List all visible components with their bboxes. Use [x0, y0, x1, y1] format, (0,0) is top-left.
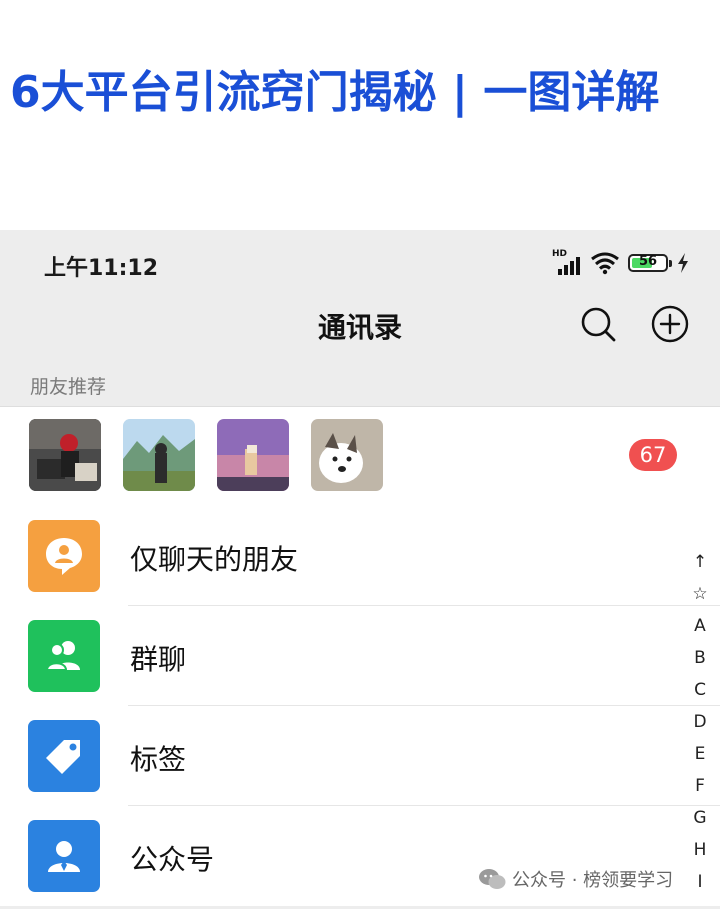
- signal-icon: HD: [552, 249, 582, 277]
- status-bar: 上午11:12 HD 56: [0, 230, 720, 294]
- index-a[interactable]: A: [694, 610, 706, 642]
- recommend-avatar-4[interactable]: [311, 419, 383, 491]
- status-time: 上午11:12: [44, 256, 159, 281]
- add-circle-icon[interactable]: [650, 304, 690, 344]
- charging-icon: [678, 253, 688, 273]
- list-item-tags[interactable]: 标签: [0, 706, 720, 806]
- wifi-icon: [591, 252, 619, 275]
- friend-recommend-row[interactable]: 67: [0, 406, 720, 507]
- official-account-icon: [28, 820, 100, 892]
- list-item-label: 群聊: [130, 643, 187, 676]
- watermark-text: 公众号 · 榜领要学习: [512, 870, 674, 891]
- index-star[interactable]: ☆: [692, 578, 707, 610]
- search-icon[interactable]: [578, 304, 618, 344]
- index-up[interactable]: ↑: [693, 546, 707, 578]
- index-g[interactable]: G: [693, 802, 706, 834]
- list-item-label: 公众号: [130, 843, 215, 876]
- index-f[interactable]: F: [695, 770, 705, 802]
- battery-icon: 56: [628, 254, 672, 272]
- recommend-avatar-3[interactable]: [217, 419, 289, 491]
- battery-level: 56: [638, 254, 658, 269]
- phone-screen: 上午11:12 HD 56 通讯录 朋友推荐 67 仅聊天的朋友 群聊 标签 公…: [0, 230, 720, 909]
- new-friend-count-badge: 67: [629, 439, 677, 471]
- watermark: 公众号 · 榜领要学习: [478, 864, 673, 894]
- index-c[interactable]: C: [694, 674, 706, 706]
- chat-bubble-person-icon: [28, 520, 100, 592]
- banner-title: 6大平台引流窍门揭秘 | 一图详解: [10, 67, 660, 118]
- banner: 6大平台引流窍门揭秘 | 一图详解: [0, 0, 720, 230]
- index-d[interactable]: D: [693, 706, 706, 738]
- list-item-group-chats[interactable]: 群聊: [0, 606, 720, 706]
- tag-icon: [28, 720, 100, 792]
- recommend-avatar-1[interactable]: [29, 419, 101, 491]
- nav-bar: 通讯录: [0, 294, 720, 354]
- index-i[interactable]: I: [697, 866, 702, 898]
- index-b[interactable]: B: [694, 642, 706, 674]
- contact-feature-list: 仅聊天的朋友 群聊 标签 公众号: [0, 506, 720, 906]
- index-e[interactable]: E: [695, 738, 706, 770]
- list-item-label: 仅聊天的朋友: [130, 543, 299, 576]
- section-header-recommend: 朋友推荐: [30, 376, 107, 398]
- list-item-label: 标签: [130, 743, 187, 776]
- index-h[interactable]: H: [694, 834, 707, 866]
- alphabet-index-bar[interactable]: ↑ ☆ A B C D E F G H I: [680, 546, 720, 898]
- list-item-chat-only-friends[interactable]: 仅聊天的朋友: [0, 506, 720, 606]
- wechat-icon: [479, 869, 506, 889]
- group-people-icon: [28, 620, 100, 692]
- recommend-avatar-2[interactable]: [123, 419, 195, 491]
- status-icons: HD 56: [552, 248, 690, 278]
